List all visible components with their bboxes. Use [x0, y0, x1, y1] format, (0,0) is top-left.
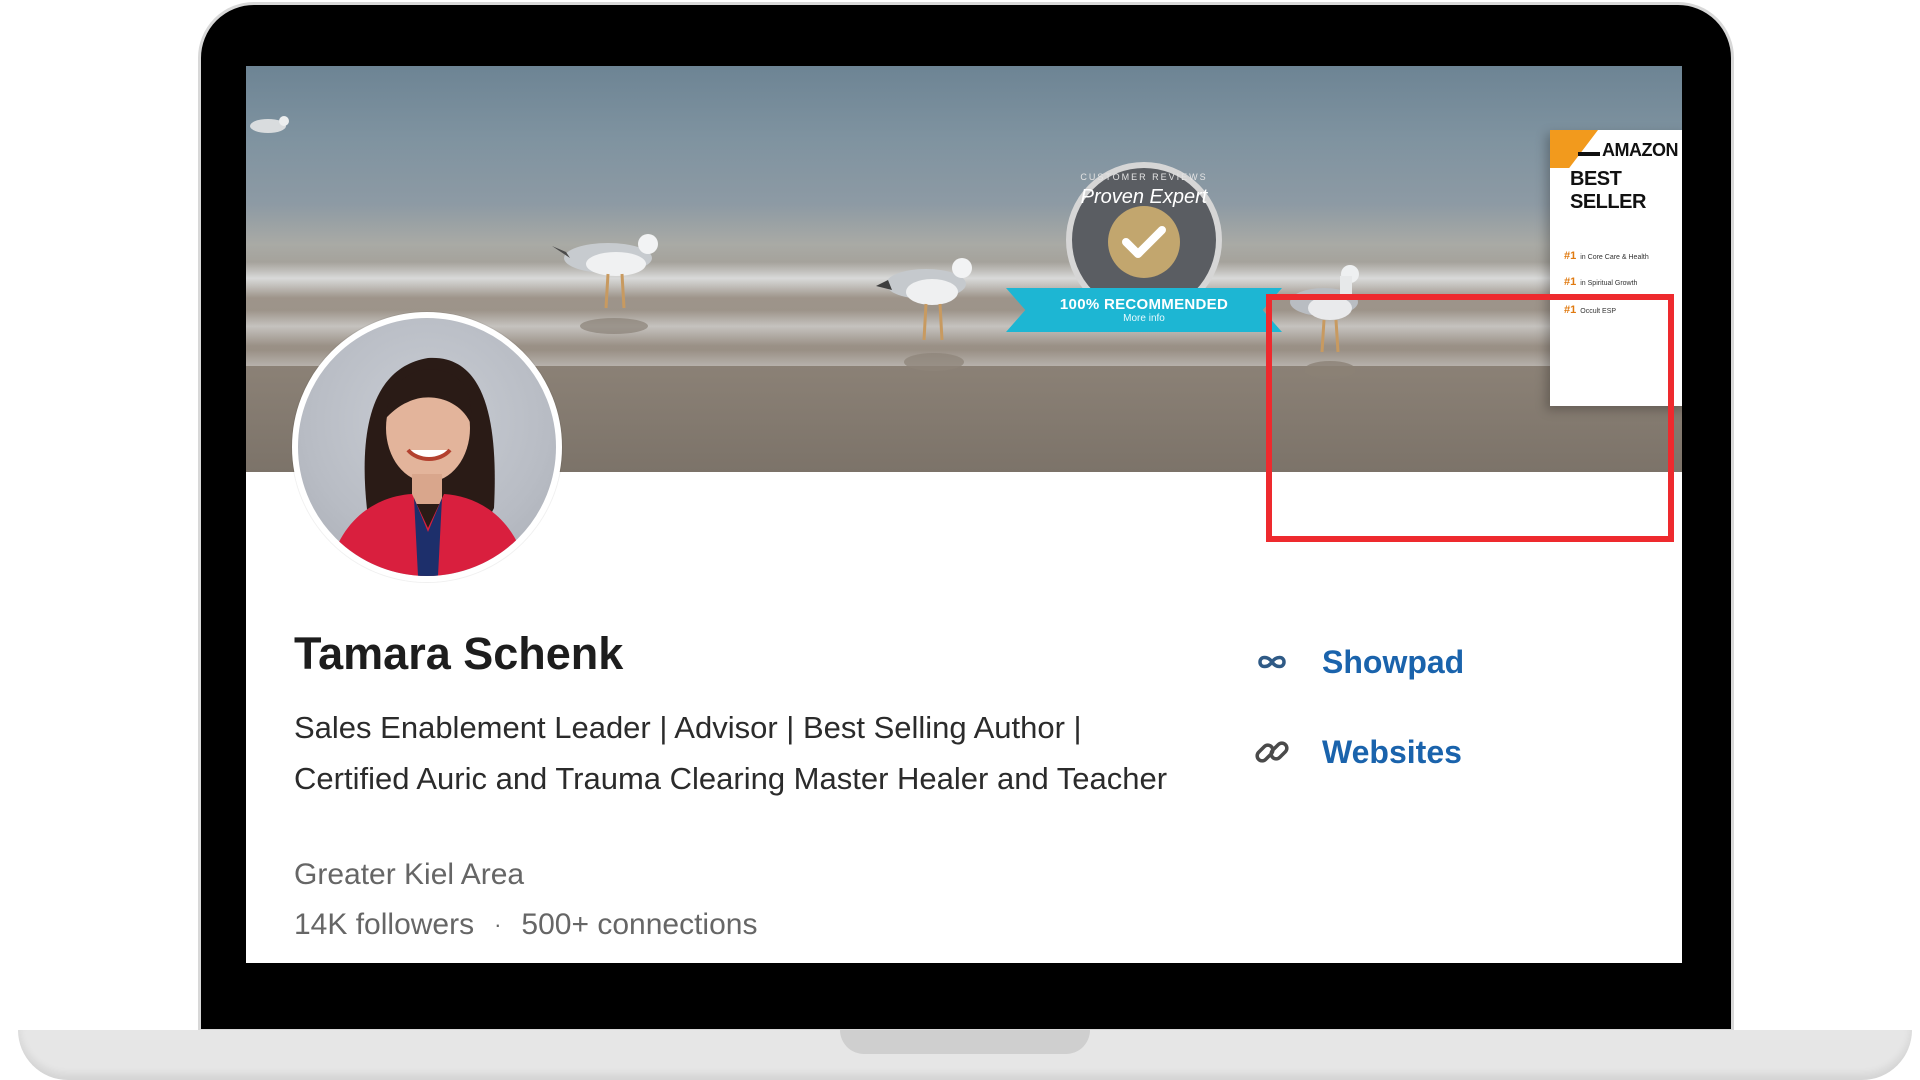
book-rank: #1	[1564, 276, 1577, 288]
badge-arc-text: CUSTOMER REVIEWS	[1080, 172, 1208, 182]
profile-location: Greater Kiel Area	[294, 858, 525, 891]
book-dash	[1578, 152, 1600, 156]
profile-stats: 14K followers · 500+ connections	[294, 908, 757, 942]
seagull-image	[250, 116, 289, 133]
book-title-line1: AMAZON	[1602, 140, 1679, 160]
badge-more-info: More info	[1123, 312, 1165, 324]
websites-link[interactable]: Websites	[1250, 730, 1462, 774]
showpad-label[interactable]: Showpad	[1322, 644, 1464, 681]
profile-photo[interactable]	[292, 312, 562, 582]
book-category: in Spiritual Growth	[1580, 280, 1638, 287]
book-rank: #1	[1564, 250, 1577, 262]
profile-photo-image	[328, 357, 528, 576]
checkmark-icon	[1108, 206, 1180, 278]
highlight-box	[1266, 294, 1674, 542]
seagull-image	[876, 258, 972, 371]
badge-ribbon: 100% RECOMMENDED More info	[1006, 288, 1282, 332]
stats-separator: ·	[494, 912, 502, 937]
connections-count[interactable]: 500+ connections	[521, 908, 757, 942]
seagull-image	[552, 234, 658, 334]
book-rank-row: #1 in Core Care & Health	[1564, 250, 1649, 262]
followers-count[interactable]: 14K followers	[294, 908, 474, 942]
book-accent	[1550, 130, 1598, 168]
badge-ribbon-text: 100% RECOMMENDED	[1059, 295, 1229, 313]
book-category: in Core Care & Health	[1580, 254, 1649, 261]
book-title-line2: BEST SELLER	[1570, 168, 1646, 213]
link-icon	[1250, 730, 1294, 774]
laptop-notch	[840, 1030, 1090, 1054]
infinity-icon	[1250, 640, 1294, 684]
profile-name: Tamara Schenk	[294, 628, 624, 679]
book-rank-row: #1 in Spiritual Growth	[1564, 276, 1637, 288]
websites-label[interactable]: Websites	[1322, 734, 1462, 771]
showpad-link[interactable]: Showpad	[1250, 640, 1464, 684]
proven-expert-badge[interactable]: CUSTOMER REVIEWS Proven Expert 100% RECO…	[1006, 162, 1282, 362]
profile-headline: Sales Enablement Leader | Advisor | Best…	[294, 710, 1168, 796]
